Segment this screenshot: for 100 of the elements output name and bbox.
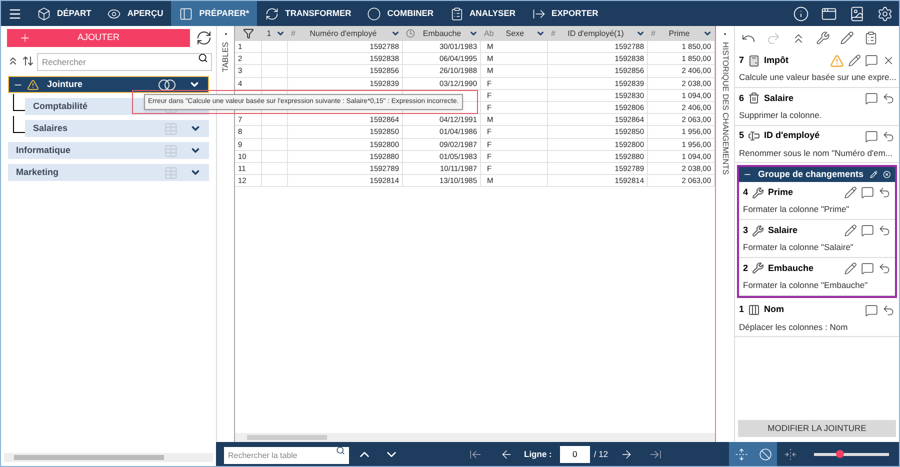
table-icon: [164, 122, 178, 136]
history-step[interactable]: 2 Embauche Formater la colonne "Embauche": [739, 258, 895, 296]
dropdown-icon[interactable]: [703, 29, 712, 38]
dropdown-icon[interactable]: [391, 29, 400, 38]
menu-tab[interactable]: APERÇU: [99, 1, 172, 26]
edit-icon[interactable]: [840, 31, 854, 45]
first-icon[interactable]: [469, 448, 482, 460]
menu-icon[interactable]: [8, 6, 22, 20]
null-toggle[interactable]: [753, 442, 777, 466]
zoom-slider[interactable]: [814, 452, 889, 456]
comment-icon[interactable]: [865, 130, 878, 142]
home-icon: [37, 6, 51, 20]
column-title: Numéro d'employé: [308, 28, 378, 40]
collapse-all-icon[interactable]: [7, 55, 19, 67]
history-step[interactable]: 7 Impôt Calcule une valeur basée sur une expre...: [735, 50, 899, 88]
dropdown-icon[interactable]: [469, 29, 478, 38]
edit-icon[interactable]: [844, 186, 857, 200]
close-icon[interactable]: [883, 170, 891, 180]
table-item[interactable]: Informatique: [8, 142, 209, 159]
dropdown-icon[interactable]: [190, 167, 201, 178]
dropdown-icon[interactable]: [190, 145, 201, 156]
history-step[interactable]: 3 Salaire Formater la colonne "Salaire": [739, 220, 895, 258]
table-name: Salaires: [33, 122, 68, 135]
window-icon[interactable]: [821, 6, 837, 22]
column-header[interactable]: # ID d'employé(1): [548, 26, 648, 41]
table-item[interactable]: Jointure: [8, 76, 209, 93]
last-icon[interactable]: [649, 448, 662, 460]
scrollbar[interactable]: [235, 433, 715, 442]
history-tab[interactable]: HISTORIQUE DES CHANGEMENTS: [719, 42, 731, 175]
table-name: Comptabilité: [33, 100, 88, 113]
sort-icon[interactable]: [22, 55, 34, 67]
history-step[interactable]: 4 Prime Formater la colonne "Prime": [739, 182, 895, 220]
row-total: / 12: [594, 448, 608, 460]
modify-join-button[interactable]: MODIFIER LA JOINTURE: [738, 420, 896, 437]
undo-icon[interactable]: [878, 224, 891, 237]
add-button[interactable]: AJOUTER: [7, 29, 190, 47]
step-number: 3: [743, 224, 748, 237]
history-step[interactable]: 6 Salaire Supprimer la colonne.: [735, 88, 899, 126]
row-field[interactable]: 0: [560, 446, 590, 462]
clipboard-icon[interactable]: [864, 31, 878, 45]
dropdown-icon[interactable]: [636, 29, 645, 38]
menu-tab[interactable]: DÉPART: [29, 1, 100, 26]
menu-tab[interactable]: PRÉPARER*: [171, 1, 258, 26]
undo-icon[interactable]: [882, 304, 895, 316]
scrollbar[interactable]: [4, 453, 213, 462]
fit-rows-toggle[interactable]: [729, 442, 753, 466]
previous-icon[interactable]: [500, 448, 513, 460]
column-header[interactable]: 1: [262, 26, 288, 41]
refresh-icon[interactable]: [196, 30, 212, 46]
edit-icon[interactable]: [844, 224, 857, 237]
dropdown-icon[interactable]: [536, 29, 545, 38]
dropdown-icon[interactable]: [189, 79, 200, 90]
menu-tab[interactable]: ANALYSER: [442, 1, 524, 26]
step-description: Formater la colonne "Salaire": [743, 241, 854, 254]
close-icon[interactable]: [882, 54, 895, 67]
menu-tab[interactable]: COMBINER: [359, 1, 442, 26]
next-icon[interactable]: [620, 448, 634, 460]
wrench-icon[interactable]: [816, 31, 830, 45]
column-header[interactable]: Ab Sexe: [481, 26, 548, 41]
dropdown-icon[interactable]: [276, 29, 285, 38]
shrink-icon[interactable]: [784, 448, 797, 460]
history-step[interactable]: 1 Nom Déplacer les colonnes : Nom: [735, 300, 899, 338]
slider-thumb[interactable]: [836, 450, 844, 458]
comment-icon[interactable]: [865, 92, 878, 105]
search-field[interactable]: Rechercher: [37, 53, 212, 71]
info-icon[interactable]: [793, 6, 809, 22]
edit-icon[interactable]: [848, 54, 861, 67]
column-header[interactable]: # Prime: [648, 26, 715, 41]
comment-icon[interactable]: [865, 54, 878, 67]
dropdown-icon[interactable]: [190, 123, 201, 134]
preview-icon: [107, 6, 122, 20]
settings-icon[interactable]: [877, 6, 893, 22]
table-search-field[interactable]: Rechercher la table: [224, 447, 349, 464]
comment-icon[interactable]: [861, 186, 874, 200]
column-title: ID d'employé(1): [566, 28, 625, 40]
column-header[interactable]: Embauche: [403, 26, 481, 41]
filter-icon[interactable]: [243, 28, 254, 39]
undo-icon[interactable]: [882, 130, 895, 142]
menu-tab[interactable]: EXPORTER: [524, 1, 606, 26]
column-title: Embauche: [422, 28, 462, 40]
expand-rows-icon: [734, 448, 748, 460]
undo-icon[interactable]: [878, 186, 891, 200]
undo-icon[interactable]: [878, 262, 891, 275]
comment-icon[interactable]: [861, 262, 874, 275]
history-step[interactable]: 5 ID d'employé Renommer sous le nom "Numéro d'em...: [735, 126, 899, 164]
edit-icon[interactable]: [844, 262, 857, 275]
column-header[interactable]: # Numéro d'employé: [288, 26, 403, 41]
step-number: 6: [739, 92, 744, 104]
comment-icon[interactable]: [861, 224, 874, 237]
table-icon: [164, 144, 178, 158]
table-name: Informatique: [16, 144, 71, 157]
undo-icon[interactable]: [882, 92, 895, 105]
table-item[interactable]: Marketing: [8, 164, 209, 181]
tables-tab[interactable]: TABLES: [220, 42, 232, 72]
menu-tab[interactable]: TRANSFORMER: [257, 1, 360, 26]
table-item[interactable]: Salaires: [25, 120, 209, 137]
comment-icon[interactable]: [865, 304, 878, 316]
book-icon[interactable]: [849, 6, 865, 22]
wrench-icon: [752, 262, 764, 274]
type-label: #: [291, 28, 296, 40]
